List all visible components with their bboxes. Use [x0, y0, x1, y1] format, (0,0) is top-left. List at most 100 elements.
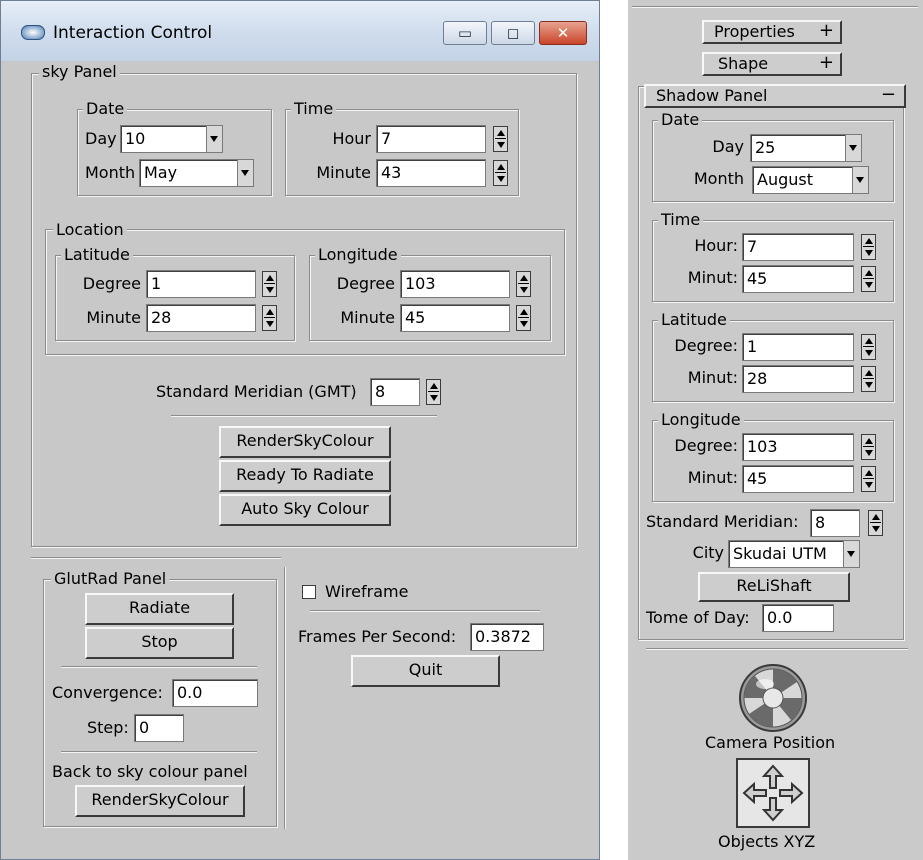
- window-title: Interaction Control: [53, 23, 213, 43]
- longitude-degree-spinner[interactable]: [516, 271, 531, 297]
- shadow-minute-spinner[interactable]: [861, 266, 876, 292]
- month-dropdown[interactable]: May: [139, 159, 254, 187]
- expand-plus-icon: +: [818, 20, 834, 41]
- hour-label: Hour: [332, 129, 371, 148]
- minute-field[interactable]: 43: [376, 159, 486, 187]
- shadow-month-label: Month: [693, 169, 744, 188]
- city-dropdown[interactable]: Skudai UTM: [728, 540, 860, 568]
- wireframe-checkbox[interactable]: [302, 585, 316, 599]
- render-sky-colour-button[interactable]: RenderSkyColour: [219, 426, 391, 458]
- shadow-month-dropdown[interactable]: August: [752, 166, 869, 194]
- latitude-degree-field[interactable]: 1: [146, 270, 256, 298]
- minimize-icon: ▭: [457, 24, 473, 42]
- shadow-lat-degree-field[interactable]: 1: [742, 333, 854, 361]
- convergence-field[interactable]: 0.0: [172, 679, 258, 707]
- glui-side-panel: Properties + Shape + Shadow Panel − Date…: [628, 0, 923, 860]
- time-of-day-field[interactable]: 0.0: [762, 604, 834, 632]
- hour-spinner[interactable]: [493, 126, 508, 152]
- shadow-lon-minute-field[interactable]: 45: [742, 465, 854, 493]
- shadow-day-dropdown[interactable]: 25: [750, 134, 862, 162]
- maximize-icon: ◻: [506, 24, 520, 42]
- vertical-separator: [284, 567, 286, 829]
- top-separator: [632, 6, 918, 8]
- quit-button[interactable]: Quit: [351, 655, 500, 687]
- shadow-month-arrow-icon[interactable]: [852, 167, 868, 193]
- glutrad-separator-2: [61, 751, 257, 753]
- minute-spinner[interactable]: [493, 160, 508, 186]
- maximize-button[interactable]: ◻: [491, 21, 535, 45]
- radiate-button[interactable]: Radiate: [85, 593, 234, 625]
- fps-field[interactable]: 0.3872: [470, 623, 544, 651]
- shadow-lat-degree-spinner[interactable]: [861, 334, 876, 360]
- glutrad-render-sky-colour-button[interactable]: RenderSkyColour: [75, 785, 245, 817]
- camera-position-trackball-icon[interactable]: [735, 662, 811, 734]
- shadow-lat-minute-label: Minut:: [687, 368, 738, 387]
- auto-sky-colour-button[interactable]: Auto Sky Colour: [219, 494, 391, 526]
- meridian-spinner[interactable]: [426, 379, 441, 405]
- city-label: City: [692, 543, 724, 562]
- shape-label: Shape: [718, 54, 769, 73]
- stop-button[interactable]: Stop: [85, 627, 234, 659]
- glutrad-panel-title: GlutRad Panel: [51, 570, 170, 588]
- latitude-minute-spinner[interactable]: [262, 305, 277, 331]
- latitude-degree-label: Degree: [82, 274, 141, 293]
- month-dropdown-arrow-icon[interactable]: [237, 160, 253, 186]
- bottom-left-separator: [31, 557, 281, 559]
- shadow-lat-degree-label: Degree:: [674, 336, 738, 355]
- latitude-degree-spinner[interactable]: [262, 271, 277, 297]
- shadow-hour-field[interactable]: 7: [742, 233, 854, 261]
- objects-xyz-translate-icon[interactable]: [736, 758, 810, 828]
- properties-rollout[interactable]: Properties +: [702, 20, 842, 44]
- month-value: May: [144, 163, 178, 182]
- collapse-minus-icon: −: [880, 84, 896, 105]
- close-button[interactable]: ✕: [539, 21, 587, 45]
- shadow-lat-minute-spinner[interactable]: [861, 366, 876, 392]
- shape-rollout[interactable]: Shape +: [702, 52, 842, 76]
- latitude-minute-field[interactable]: 28: [146, 304, 256, 332]
- day-dropdown[interactable]: 10: [120, 125, 223, 153]
- ready-to-radiate-button[interactable]: Ready To Radiate: [219, 460, 391, 492]
- sky-panel-separator: [171, 415, 437, 417]
- meridian-label: Standard Meridian (GMT): [156, 382, 357, 401]
- hour-field[interactable]: 7: [376, 125, 486, 153]
- wireframe-separator: [310, 610, 540, 612]
- shadow-lon-degree-spinner[interactable]: [861, 434, 876, 460]
- day-dropdown-arrow-icon[interactable]: [206, 126, 222, 152]
- shadow-lon-degree-field[interactable]: 103: [742, 433, 854, 461]
- time-group-title: Time: [291, 100, 337, 118]
- relishaft-button[interactable]: ReLiShaft: [698, 572, 850, 602]
- wireframe-label: Wireframe: [325, 582, 409, 601]
- minute-label: Minute: [316, 163, 371, 182]
- shadow-lat-minute-field[interactable]: 28: [742, 365, 854, 393]
- step-label: Step:: [87, 718, 129, 737]
- shadow-day-arrow-icon[interactable]: [845, 135, 861, 161]
- minimize-button[interactable]: ▭: [443, 21, 487, 45]
- shadow-minute-field[interactable]: 45: [742, 265, 854, 293]
- shadow-latitude-title: Latitude: [658, 311, 730, 329]
- day-label: Day: [85, 129, 117, 148]
- objects-xyz-label: Objects XYZ: [718, 832, 816, 851]
- shadow-meridian-spinner[interactable]: [868, 510, 883, 536]
- properties-label: Properties: [714, 22, 795, 41]
- shadow-lon-degree-label: Degree:: [674, 436, 738, 455]
- shadow-lon-minute-spinner[interactable]: [861, 466, 876, 492]
- step-field[interactable]: 0: [134, 714, 184, 742]
- shadow-panel-title: Shadow Panel: [656, 86, 768, 105]
- time-of-day-label: Tome of Day:: [646, 608, 750, 627]
- shadow-panel-rollout[interactable]: Shadow Panel −: [644, 84, 906, 108]
- longitude-minute-field[interactable]: 45: [400, 304, 510, 332]
- longitude-minute-spinner[interactable]: [516, 305, 531, 331]
- shadow-meridian-field[interactable]: 8: [810, 509, 860, 537]
- shadow-lon-minute-label: Minut:: [687, 468, 738, 487]
- longitude-degree-field[interactable]: 103: [400, 270, 510, 298]
- convergence-label: Convergence:: [52, 683, 163, 702]
- meridian-field[interactable]: 8: [370, 378, 420, 406]
- shadow-minute-label: Minut:: [687, 268, 738, 287]
- longitude-degree-label: Degree: [336, 274, 395, 293]
- app-icon: [21, 25, 45, 40]
- interaction-control-window: Interaction Control ▭ ◻ ✕ sky Panel Date…: [0, 0, 600, 860]
- shadow-hour-spinner[interactable]: [861, 234, 876, 260]
- title-bar[interactable]: Interaction Control ▭ ◻ ✕: [1, 1, 599, 61]
- month-label: Month: [85, 163, 136, 182]
- city-arrow-icon[interactable]: [843, 541, 859, 567]
